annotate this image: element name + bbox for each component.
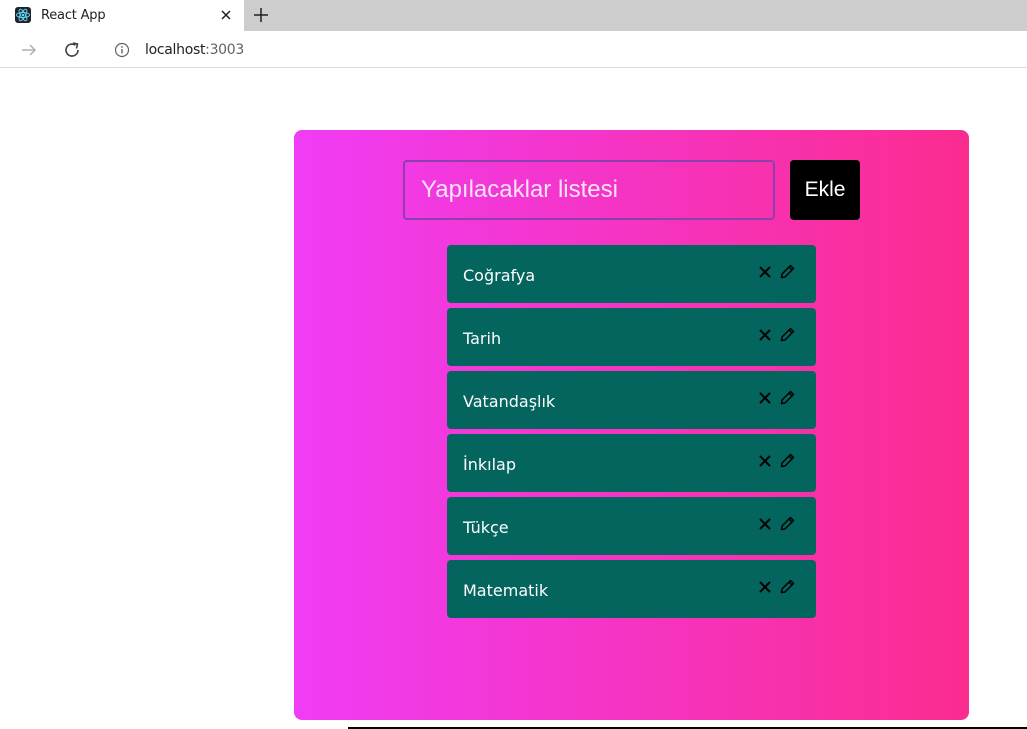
pencil-icon[interactable]: [780, 390, 795, 405]
pencil-icon[interactable]: [780, 327, 795, 342]
pencil-icon[interactable]: [780, 264, 795, 279]
info-icon[interactable]: [114, 42, 130, 58]
forward-arrow-icon[interactable]: [19, 40, 39, 60]
tab-strip: React App: [0, 0, 1027, 31]
pencil-icon[interactable]: [780, 579, 795, 594]
address-bar[interactable]: localhost:3003: [100, 34, 1027, 66]
url-text: localhost:3003: [145, 42, 244, 58]
close-icon[interactable]: [758, 265, 772, 279]
todo-item: İnkılap: [447, 434, 816, 492]
browser-tab[interactable]: React App: [0, 0, 244, 31]
close-icon[interactable]: [758, 517, 772, 531]
url-host: localhost: [145, 42, 206, 58]
browser-toolbar: localhost:3003: [0, 31, 1027, 68]
todo-panel: Ekle Coğrafya Tarih Vatandaşlık İnkılap …: [294, 130, 969, 720]
new-tab-icon[interactable]: [252, 6, 270, 24]
todo-text: İnkılap: [463, 455, 516, 474]
todo-item: Coğrafya: [447, 245, 816, 303]
close-icon[interactable]: [758, 391, 772, 405]
todo-item: Matematik: [447, 560, 816, 618]
url-port: :3003: [205, 42, 245, 58]
pencil-icon[interactable]: [780, 516, 795, 531]
add-button[interactable]: Ekle: [790, 160, 860, 220]
close-icon[interactable]: [758, 328, 772, 342]
todo-text: Vatandaşlık: [463, 392, 556, 411]
todo-item: Tükçe: [447, 497, 816, 555]
todo-item: Tarih: [447, 308, 816, 366]
close-icon[interactable]: [758, 580, 772, 594]
todo-list: Coğrafya Tarih Vatandaşlık İnkılap Tükçe…: [447, 245, 816, 623]
todo-text: Tükçe: [463, 518, 509, 537]
todo-text: Matematik: [463, 581, 549, 600]
todo-item: Vatandaşlık: [447, 371, 816, 429]
react-logo-icon: [15, 7, 31, 23]
todo-input[interactable]: [403, 160, 775, 220]
close-icon[interactable]: [758, 454, 772, 468]
reload-icon[interactable]: [62, 40, 82, 60]
close-tab-icon[interactable]: [218, 7, 234, 23]
todo-text: Tarih: [463, 329, 502, 348]
todo-text: Coğrafya: [463, 266, 536, 285]
pencil-icon[interactable]: [780, 453, 795, 468]
tab-title: React App: [41, 8, 106, 23]
